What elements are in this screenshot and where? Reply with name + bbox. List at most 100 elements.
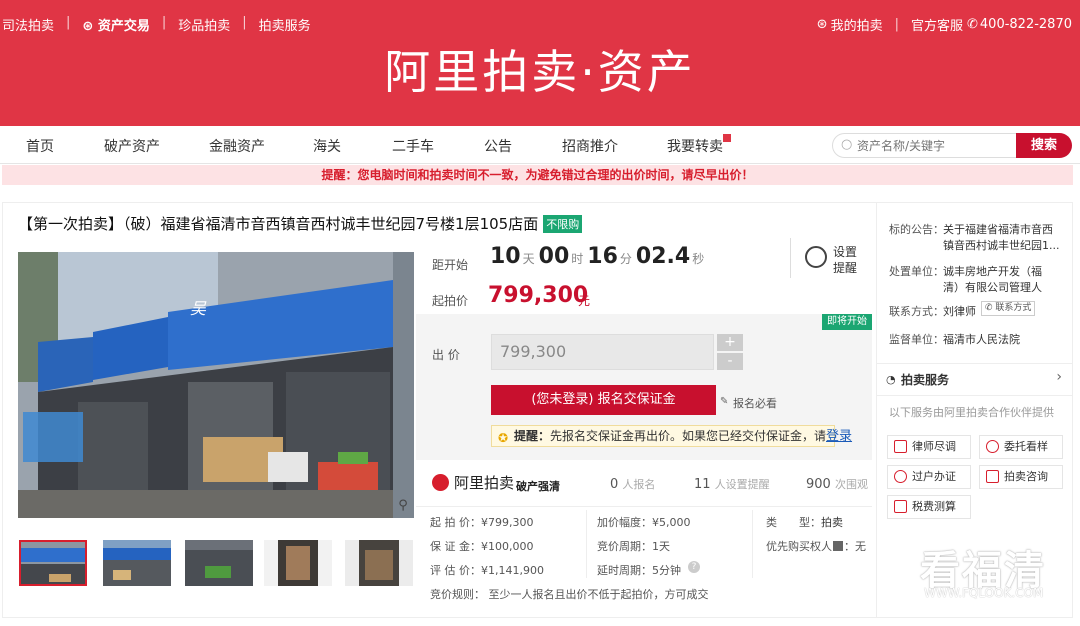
bid-input[interactable]: 799,300	[491, 334, 714, 370]
detail-delay: 延时周期：5分钟	[597, 564, 681, 577]
headset-icon: ◔	[886, 373, 896, 386]
nav-customs[interactable]: 海关	[313, 136, 341, 156]
side-supervise-label: 监督单位：	[889, 333, 944, 346]
side-dispose-2: 清）有限公司管理人	[943, 281, 1042, 294]
detail-rule: 竞价规则： 至少一人报名且出价不低于起拍价，方可成交	[430, 588, 709, 601]
start-price-label: 起拍价	[432, 294, 469, 308]
chat-icon	[986, 470, 999, 483]
side-dispose-1: 诚丰房地产开发（福	[943, 265, 1042, 278]
divider	[752, 510, 753, 578]
nav-bankrupt[interactable]: 破产资产	[104, 136, 160, 156]
service-title: 拍卖服务	[901, 373, 950, 387]
svg-text:吴: 吴	[190, 301, 207, 318]
thumbnail-5[interactable]	[345, 540, 413, 586]
storefront-image: 吴	[18, 252, 414, 518]
side-supervise-value: 福清市人民法院	[943, 333, 1020, 346]
location-pin-icon	[986, 440, 999, 453]
bulb-icon: ✪	[498, 431, 509, 445]
service-transfer[interactable]: 过户办证	[887, 465, 971, 489]
nav-finance[interactable]: 金融资产	[209, 136, 265, 156]
detail-period: 竞价周期：1天	[597, 540, 670, 553]
nav-investment[interactable]: 招商推介	[562, 136, 618, 156]
login-link[interactable]: 登录	[826, 429, 852, 444]
top-link-asset[interactable]: ⊛ 资产交易	[82, 15, 149, 34]
countdown-label: 距开始	[432, 258, 469, 272]
search-box: ○ 搜索	[832, 133, 1072, 158]
detail-type: 类 型：拍卖	[766, 516, 843, 529]
stat-remind: 11 人设置提醒	[694, 477, 770, 492]
service-tax[interactable]: 税费测算	[887, 495, 971, 519]
bid-label: 出 价	[432, 348, 460, 362]
thumbnail-3[interactable]	[185, 540, 253, 586]
time-notice: 提醒：您电脑时间和拍卖时间不一致，为避免错过合理的出价时间，请尽早出价！	[2, 165, 1073, 185]
stat-views: 900 次围观	[806, 477, 868, 492]
info-icon	[833, 541, 843, 551]
chevron-right-icon[interactable]: ›	[1056, 369, 1062, 385]
side-notice-link-1[interactable]: 关于福建省福清市音西	[943, 221, 1053, 237]
thumbnail-1[interactable]	[19, 540, 87, 586]
side-contact-name: 刘律师	[943, 305, 976, 318]
service-desc: 以下服务由阿里拍卖合作伙伴提供	[889, 406, 1054, 419]
no-limit-tag: 不限购	[543, 215, 583, 233]
top-link-judicial[interactable]: 司法拍卖	[2, 15, 54, 34]
top-link-treasure[interactable]: 珍品拍卖	[178, 15, 230, 34]
divider	[586, 510, 587, 578]
divider	[877, 363, 1073, 364]
ali-auction-logo-icon	[432, 474, 449, 491]
detail-deposit: 保 证 金：¥100,000	[430, 540, 534, 553]
must-read-icon: ✎	[720, 396, 729, 407]
bid-minus-button[interactable]: -	[717, 353, 743, 370]
help-icon[interactable]: ?	[688, 561, 700, 573]
thumbnail-4[interactable]	[264, 540, 332, 586]
status-badge: 即将开始	[822, 314, 872, 330]
divider	[416, 506, 872, 507]
service-lawyer[interactable]: 律师尽调	[887, 435, 971, 459]
nav-notice[interactable]: 公告	[484, 136, 512, 156]
start-price-unit: 元	[578, 294, 591, 308]
detail-priority: 优先购买权人 ：无	[766, 540, 866, 553]
service-link[interactable]: 官方客服	[911, 15, 963, 34]
zoom-icon[interactable]: ⚲	[394, 498, 412, 516]
reminder-button[interactable]: 设置 提醒	[790, 238, 872, 278]
register-deposit-button[interactable]: (您未登录) 报名交保证金	[491, 385, 716, 415]
person-icon	[894, 470, 907, 483]
detail-appraisal: 评 估 价：¥1,141,900	[430, 564, 544, 577]
calculator-icon	[894, 500, 907, 513]
brand-logo[interactable]: 阿里拍卖·资产	[0, 36, 1080, 102]
phone-number: 400-822-2870	[979, 17, 1072, 32]
must-read-link[interactable]: 报名必看	[733, 395, 777, 411]
side-notice-link-2[interactable]: 镇音西村诚丰世纪园1...	[943, 237, 1060, 253]
top-link-service[interactable]: 拍卖服务	[259, 15, 311, 34]
side-contact-button[interactable]: ✆ 联系方式	[981, 301, 1036, 316]
service-consult[interactable]: 拍卖咨询	[979, 465, 1063, 489]
side-dispose-label: 处置单位：	[889, 265, 944, 278]
side-notice-label: 标的公告：	[889, 223, 944, 236]
divider	[877, 395, 1073, 396]
item-title: 【第一次拍卖】（破）福建省福清市音西镇音西村诚丰世纪园7号楼1层105店面 不限购	[18, 213, 583, 234]
partner-sub: 破产强清	[516, 480, 560, 493]
lawyer-icon	[894, 440, 907, 453]
nav-home[interactable]: 首页	[26, 136, 54, 156]
phone-icon: ✆	[967, 17, 978, 32]
search-button[interactable]: 搜索	[1016, 133, 1072, 158]
alarm-clock-icon	[805, 246, 827, 268]
nav-used-car[interactable]: 二手车	[392, 136, 434, 156]
asset-icon: ⊛	[82, 19, 94, 34]
my-auction-link[interactable]: 我的拍卖	[831, 15, 883, 34]
bid-plus-button[interactable]: +	[717, 334, 743, 351]
service-viewing[interactable]: 委托看样	[979, 435, 1063, 459]
side-contact-label: 联系方式：	[889, 305, 944, 318]
hot-badge-icon	[723, 134, 731, 142]
top-banner: 司法拍卖 | ⊛ 资产交易 | 珍品拍卖 | 拍卖服务 ⊛ 我的拍卖 | 官方客…	[0, 0, 1080, 126]
stat-signup: 0 人报名	[610, 477, 656, 492]
watermark-url: WWW.FQLOOK.COM	[924, 586, 1044, 600]
top-links: 司法拍卖 | ⊛ 资产交易 | 珍品拍卖 | 拍卖服务	[2, 15, 311, 34]
nav-resell[interactable]: 我要转卖	[667, 136, 723, 156]
main-photo[interactable]: 吴 ⚲	[18, 252, 414, 518]
search-input[interactable]	[857, 138, 1017, 154]
detail-increment: 加价幅度：¥5,000	[597, 516, 691, 529]
top-right: ⊛ 我的拍卖 | 官方客服 ✆ 400-822-2870	[816, 15, 1072, 34]
start-price-value: 799,300	[488, 283, 589, 308]
thumbnail-2[interactable]	[103, 540, 171, 586]
search-icon: ○	[841, 137, 853, 152]
